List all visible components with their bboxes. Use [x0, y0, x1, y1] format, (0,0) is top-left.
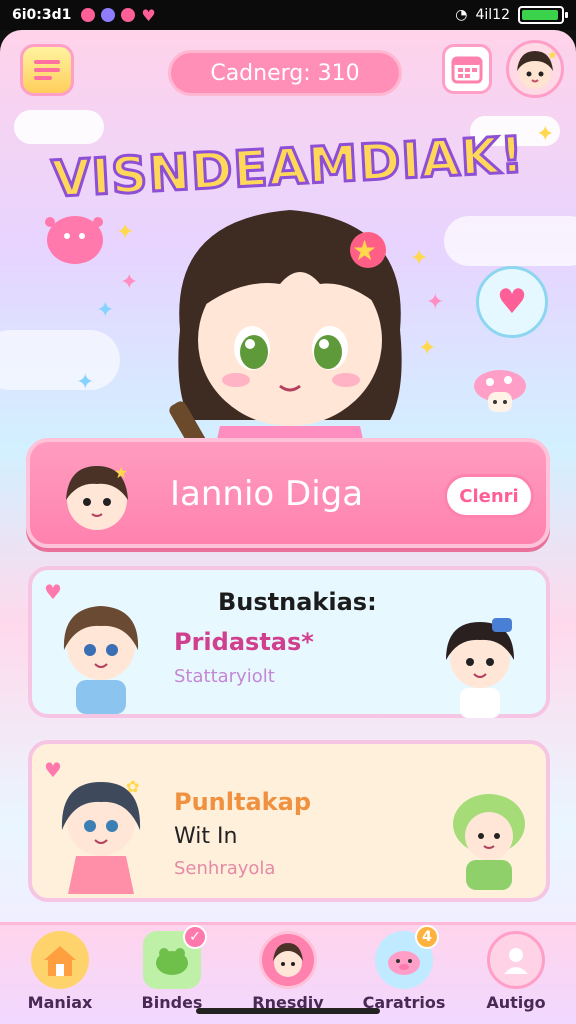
- star-icon: ✦: [96, 298, 115, 323]
- card-avatar: ★: [54, 456, 140, 536]
- info-card[interactable]: ♥ ✿ Punltakap Wit In Senhrayola: [28, 740, 550, 902]
- pig-icon: 4: [375, 925, 439, 989]
- cloud-decoration: [14, 110, 104, 144]
- top-bar: Cadnerg: 310 ★: [0, 40, 576, 104]
- home-indicator[interactable]: [196, 1008, 380, 1014]
- nav-item-home[interactable]: Maniax: [10, 931, 110, 1021]
- svg-text:★: ★: [547, 48, 558, 62]
- character-left: [46, 590, 156, 718]
- card-heading: Bustnakias:: [218, 588, 377, 616]
- signal-text: 4il12: [475, 7, 510, 23]
- notification-icon: [81, 8, 96, 22]
- menu-icon: [34, 60, 60, 80]
- notification-icon: [101, 8, 116, 22]
- character-right: [432, 608, 528, 722]
- card-title: Punltakap: [174, 788, 311, 816]
- menu-button[interactable]: [20, 44, 74, 96]
- card-title: Pridastas*: [174, 628, 314, 656]
- svg-text:★: ★: [352, 234, 377, 267]
- star-icon: ✦: [76, 370, 95, 395]
- notification-badge: 4: [415, 925, 439, 949]
- star-icon: ✦: [120, 270, 139, 295]
- badge-icon: ✓: [183, 925, 207, 949]
- nav-label: Maniax: [27, 993, 93, 1012]
- nav-label: Autigo: [486, 993, 546, 1012]
- notification-icon: [121, 8, 136, 22]
- profile-card[interactable]: ★ Iannio Diga Clenri: [26, 438, 550, 548]
- nav-item-autigo[interactable]: Autigo: [466, 931, 566, 1021]
- calendar-button[interactable]: [442, 44, 492, 94]
- battery-icon: [518, 6, 568, 24]
- frog-character: [444, 784, 534, 898]
- hero-character: ★: [140, 180, 440, 470]
- calendar-icon: [451, 56, 483, 84]
- card-caption: Senhrayola: [174, 858, 276, 879]
- svg-text:★: ★: [114, 463, 128, 482]
- app-screen: ✦ ✦ ✦ ✦ ✦ ✦ ✦ ✦ Cadnerg: 310 ★ VISNDEAMD…: [0, 30, 576, 1024]
- status-bar: 6i0:3d1 ♥ ◔ 4il12: [0, 0, 576, 30]
- status-time: 6i0:3d1: [12, 7, 72, 23]
- cloud-decoration: [0, 330, 120, 390]
- wifi-icon: ◔: [455, 7, 468, 23]
- home-icon: [31, 931, 89, 989]
- info-card[interactable]: ♥ Bustnakias: Pridastas* Stattaryiolt: [28, 566, 550, 718]
- avatar-icon: [259, 931, 317, 989]
- frog-icon: ✓: [143, 925, 207, 989]
- star-icon: ✦: [116, 220, 135, 245]
- heart-icon: ♥: [141, 5, 156, 25]
- card-subtitle: Wit In: [174, 824, 238, 849]
- mushroom-decoration: [468, 366, 532, 422]
- favorite-button[interactable]: ♥: [476, 266, 548, 338]
- character-left: ✿: [46, 766, 156, 900]
- profile-avatar[interactable]: ★: [506, 40, 564, 98]
- card-subtitle: Stattaryiolt: [174, 666, 275, 687]
- heart-icon: ♥: [496, 282, 528, 322]
- cloud-decoration: [444, 216, 576, 266]
- ghost-decoration: [40, 208, 110, 272]
- svg-text:✿: ✿: [126, 777, 139, 796]
- title-pill: Cadnerg: 310: [168, 50, 402, 96]
- avatar-icon: ★: [517, 48, 558, 89]
- profile-name: Iannio Diga: [170, 474, 364, 514]
- profile-icon: [487, 931, 545, 989]
- clear-button[interactable]: Clenri: [444, 474, 534, 518]
